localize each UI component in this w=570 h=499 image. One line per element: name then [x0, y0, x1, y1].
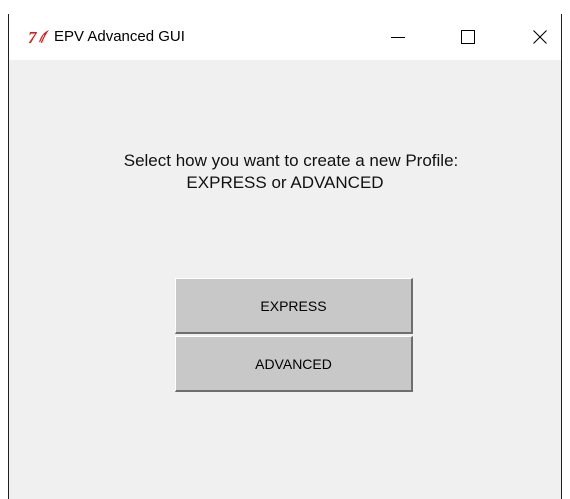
minimize-button[interactable]: [375, 14, 421, 60]
instruction-text: Select how you want to create a new Prof…: [9, 150, 561, 194]
advanced-button-label: ADVANCED: [255, 355, 332, 372]
maximize-icon: [461, 30, 475, 44]
close-button[interactable]: [517, 14, 563, 60]
advanced-button[interactable]: ADVANCED: [175, 336, 413, 392]
instruction-line-2: EXPRESS or ADVANCED: [186, 173, 384, 192]
title-bar[interactable]: 7 EPV Advanced GUI: [9, 14, 561, 60]
close-icon: [533, 30, 547, 44]
window-content: Select how you want to create a new Prof…: [9, 60, 561, 499]
svg-text:7: 7: [28, 28, 38, 47]
maximize-button[interactable]: [445, 14, 491, 60]
express-button-label: EXPRESS: [260, 297, 327, 314]
tk-feather-icon: 7: [28, 28, 49, 47]
express-button[interactable]: EXPRESS: [175, 278, 413, 334]
instruction-line-1: Select how you want to create a new Prof…: [123, 151, 459, 170]
minimize-icon: [391, 37, 405, 38]
window-title: EPV Advanced GUI: [54, 28, 185, 45]
app-window: 7 EPV Advanced GUI Select how you want t…: [8, 14, 562, 499]
